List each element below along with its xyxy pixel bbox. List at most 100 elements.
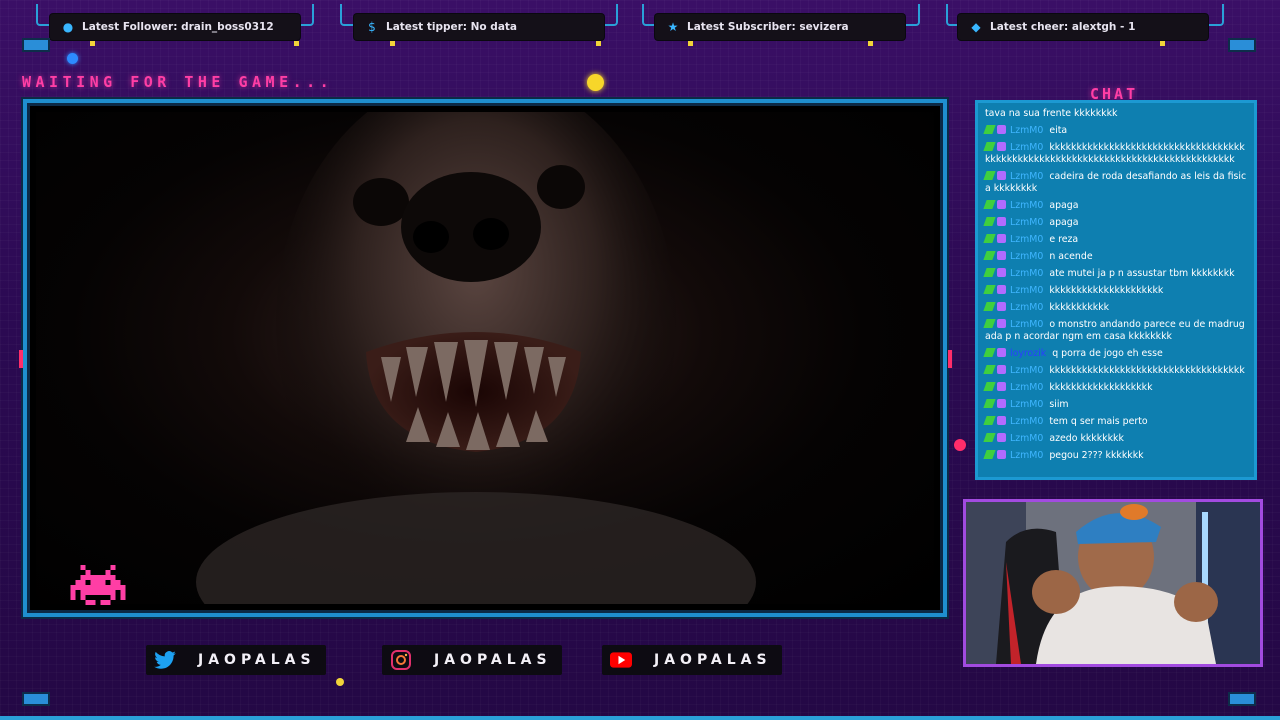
social-youtube[interactable]: JAOPALAS xyxy=(602,645,782,675)
blue-sparkle-icon xyxy=(67,53,78,64)
pencil-badge-icon xyxy=(983,217,996,226)
chat-username[interactable]: LzmM0 xyxy=(1010,268,1043,279)
game-capture-frame xyxy=(23,99,947,617)
chat-username[interactable]: LzmM0 xyxy=(1010,142,1043,153)
alert-text: Latest tipper: No data xyxy=(386,21,518,33)
chat-username[interactable]: LzmM0 xyxy=(1010,416,1043,427)
chat-text: kkkkkkkkkkkkkkkkkkk xyxy=(1049,382,1153,393)
social-instagram[interactable]: JAOPALAS xyxy=(382,645,562,675)
corner-tab xyxy=(22,38,50,52)
pixel-dot xyxy=(90,41,95,46)
chat-text: tem q ser mais perto xyxy=(1049,416,1148,427)
chat-message: LzmM0 o monstro andando parece eu de madr… xyxy=(983,319,1250,343)
chat-username[interactable]: LzmM0 xyxy=(1010,365,1043,376)
star-badge-icon xyxy=(997,450,1006,459)
chat-username[interactable]: LzmM0 xyxy=(1010,251,1043,262)
chat-message: loyrozik q porra de jogo eh esse xyxy=(983,348,1250,360)
chat-text: ate mutei ja p n assustar tbm kkkkkkkk xyxy=(1049,268,1235,279)
star-badge-icon xyxy=(997,171,1006,180)
chat-message: LzmM0 kkkkkkkkkkkkkkkkkkkkk xyxy=(983,285,1250,297)
streamer-image xyxy=(966,502,1260,664)
alert-text: Latest Follower: drain_boss0312 xyxy=(82,21,274,33)
chat-message: LzmM0 tem q ser mais perto xyxy=(983,416,1250,428)
social-twitter[interactable]: JAOPALAS xyxy=(146,645,326,675)
side-marker xyxy=(948,350,952,368)
latest-cheer-alert: ◆ Latest cheer: alextgh - 1 xyxy=(958,14,1208,40)
chat-text: pegou 2??? kkkkkkk xyxy=(1049,450,1144,461)
star-badge-icon xyxy=(997,217,1006,226)
pencil-badge-icon xyxy=(983,433,996,442)
star-badge-icon xyxy=(997,382,1006,391)
chat-username[interactable]: LzmM0 xyxy=(1010,200,1043,211)
star-badge-icon xyxy=(997,302,1006,311)
chat-panel[interactable]: tava na sua frente kkkkkkkk LzmM0 eita LzmM… xyxy=(975,100,1257,480)
chat-username[interactable]: LzmM0 xyxy=(1010,285,1043,296)
star-badge-icon xyxy=(997,399,1006,408)
chat-username[interactable]: LzmM0 xyxy=(1010,450,1043,461)
chat-username[interactable]: loyrozik xyxy=(1010,348,1046,359)
star-badge-icon xyxy=(997,365,1006,374)
dollar-icon: $ xyxy=(368,20,376,34)
pencil-badge-icon xyxy=(983,365,996,374)
chat-message: LzmM0 kkkkkkkkkkkkkkkkkkkkkkkkkkkkkkkkkkk… xyxy=(983,142,1250,166)
chat-message: LzmM0 cadeira de roda desafiando as leis … xyxy=(983,171,1250,195)
chat-username[interactable]: LzmM0 xyxy=(1010,319,1043,330)
chat-messages: tava na sua frente kkkkkkkk LzmM0 eita LzmM… xyxy=(983,108,1250,467)
coin-icon xyxy=(587,74,604,91)
chat-text: eita xyxy=(1049,125,1068,136)
chat-username[interactable]: LzmM0 xyxy=(1010,433,1043,444)
pencil-badge-icon xyxy=(983,416,996,425)
chat-message: LzmM0 siim xyxy=(983,399,1250,411)
user-icon: ● xyxy=(62,20,74,34)
chat-message: LzmM0 apaga xyxy=(983,217,1250,229)
star-badge-icon xyxy=(997,285,1006,294)
pencil-badge-icon xyxy=(983,142,996,151)
space-invader-icon xyxy=(70,565,126,605)
star-icon: ★ xyxy=(667,20,679,34)
alert-text: Latest Subscriber: sevizera xyxy=(687,21,849,33)
latest-tipper-alert: $ Latest tipper: No data xyxy=(354,14,604,40)
game-screen xyxy=(36,112,934,604)
star-badge-icon xyxy=(997,251,1006,260)
chat-message: LzmM0 pegou 2??? kkkkkkk xyxy=(983,450,1250,462)
pink-dot xyxy=(954,439,966,451)
chat-username[interactable]: LzmM0 xyxy=(1010,234,1043,245)
pencil-badge-icon xyxy=(983,302,996,311)
chat-text: n acende xyxy=(1049,251,1093,262)
waiting-text: WAITING FOR THE GAME... xyxy=(22,73,334,91)
star-badge-icon xyxy=(997,268,1006,277)
webcam-feed xyxy=(963,499,1263,667)
chat-text: kkkkkkkkkkk xyxy=(1049,302,1110,313)
corner-tab xyxy=(1228,692,1256,706)
chat-text: e reza xyxy=(1049,234,1079,245)
bottom-bar xyxy=(0,716,1280,720)
star-badge-icon xyxy=(997,200,1006,209)
star-badge-icon xyxy=(997,125,1006,134)
twitter-icon xyxy=(154,650,176,670)
star-badge-icon xyxy=(997,416,1006,425)
pencil-badge-icon xyxy=(983,125,996,134)
diamond-icon: ◆ xyxy=(971,20,981,34)
chat-message: LzmM0 kkkkkkkkkkk xyxy=(983,302,1250,314)
pixel-dot xyxy=(596,41,601,46)
pixel-dot xyxy=(390,41,395,46)
pixel-dot xyxy=(868,41,873,46)
chat-username[interactable]: LzmM0 xyxy=(1010,217,1043,228)
pencil-badge-icon xyxy=(983,234,996,243)
chat-message: LzmM0 n acende xyxy=(983,251,1250,263)
social-name: JAOPALAS xyxy=(654,652,772,668)
chat-username[interactable]: LzmM0 xyxy=(1010,382,1043,393)
chat-message: LzmM0 kkkkkkkkkkkkkkkkkkkkkkkkkkkkkkkkkkk… xyxy=(983,365,1250,377)
chat-username[interactable]: LzmM0 xyxy=(1010,302,1043,313)
chat-username[interactable]: LzmM0 xyxy=(1010,171,1043,182)
star-badge-icon xyxy=(997,234,1006,243)
chat-username[interactable]: LzmM0 xyxy=(1010,399,1043,410)
corner-tab xyxy=(1228,38,1256,52)
star-badge-icon xyxy=(997,433,1006,442)
pixel-dot xyxy=(336,678,344,686)
pencil-badge-icon xyxy=(983,319,996,328)
chat-username[interactable]: LzmM0 xyxy=(1010,125,1043,136)
chat-message: LzmM0 azedo kkkkkkkk xyxy=(983,433,1250,445)
chat-text: apaga xyxy=(1049,217,1079,228)
star-badge-icon xyxy=(997,348,1006,357)
